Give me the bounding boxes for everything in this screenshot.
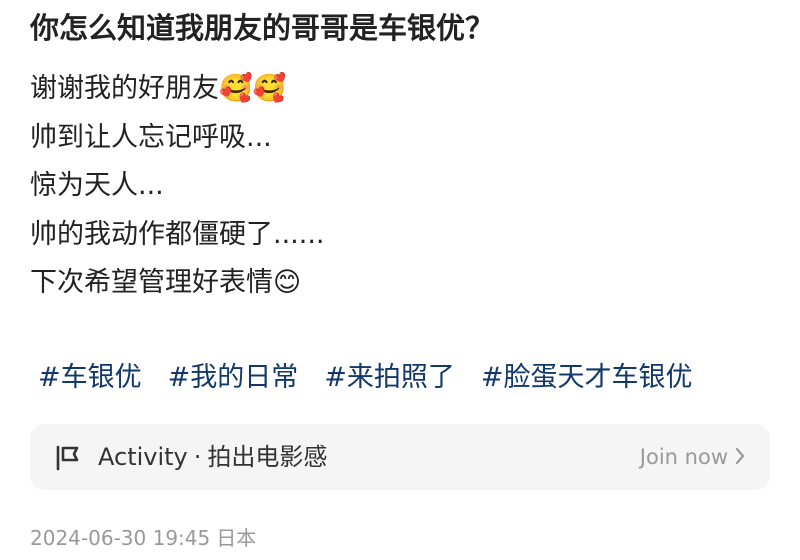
hashtag-link[interactable]: #我的日常 (168, 356, 299, 400)
post-body-line: 帅到让人忘记呼吸... (30, 121, 272, 153)
activity-card[interactable]: Activity · 拍出电影感 Join now (30, 424, 770, 490)
hashtag-link[interactable]: #脸蛋天才车银优 (481, 356, 693, 400)
activity-label: Activity · 拍出电影感 (98, 424, 327, 490)
post-meta: 2024-06-30 19:45 日本 (30, 524, 256, 552)
post-timestamp: 2024-06-30 19:45 (30, 526, 211, 550)
activity-flag-icon (56, 445, 79, 471)
activity-title: Activity (98, 443, 188, 471)
chevron-right-icon (735, 447, 745, 465)
post-body-line: 帅的我动作都僵硬了...... (30, 218, 325, 250)
hashtag-link[interactable]: #来拍照了 (324, 356, 455, 400)
post-detail: 你怎么知道我朋友的哥哥是车银优？ 谢谢我的好朋友🥰🥰 帅到让人忘记呼吸... 惊… (0, 0, 800, 560)
join-now-label: Join now (639, 445, 728, 469)
post-body-line: 谢谢我的好朋友🥰🥰 (30, 73, 287, 104)
activity-separator: · (193, 443, 202, 471)
hashtag-link[interactable]: #车银优 (38, 356, 142, 400)
post-location: 日本 (216, 526, 257, 550)
post-title: 你怎么知道我朋友的哥哥是车银优？ (30, 11, 495, 45)
post-body-line: 下次希望管理好表情😊 (30, 267, 302, 298)
post-body-line: 惊为天人... (30, 170, 164, 201)
join-now-button[interactable]: Join now (640, 424, 746, 490)
hashtag-list: #车银优 #我的日常 #来拍照了 #脸蛋天才车银优 (38, 356, 778, 400)
post-body: 谢谢我的好朋友🥰🥰 帅到让人忘记呼吸... 惊为天人... 帅的我动作都僵硬了.… (30, 65, 770, 308)
activity-name: 拍出电影感 (207, 443, 328, 471)
